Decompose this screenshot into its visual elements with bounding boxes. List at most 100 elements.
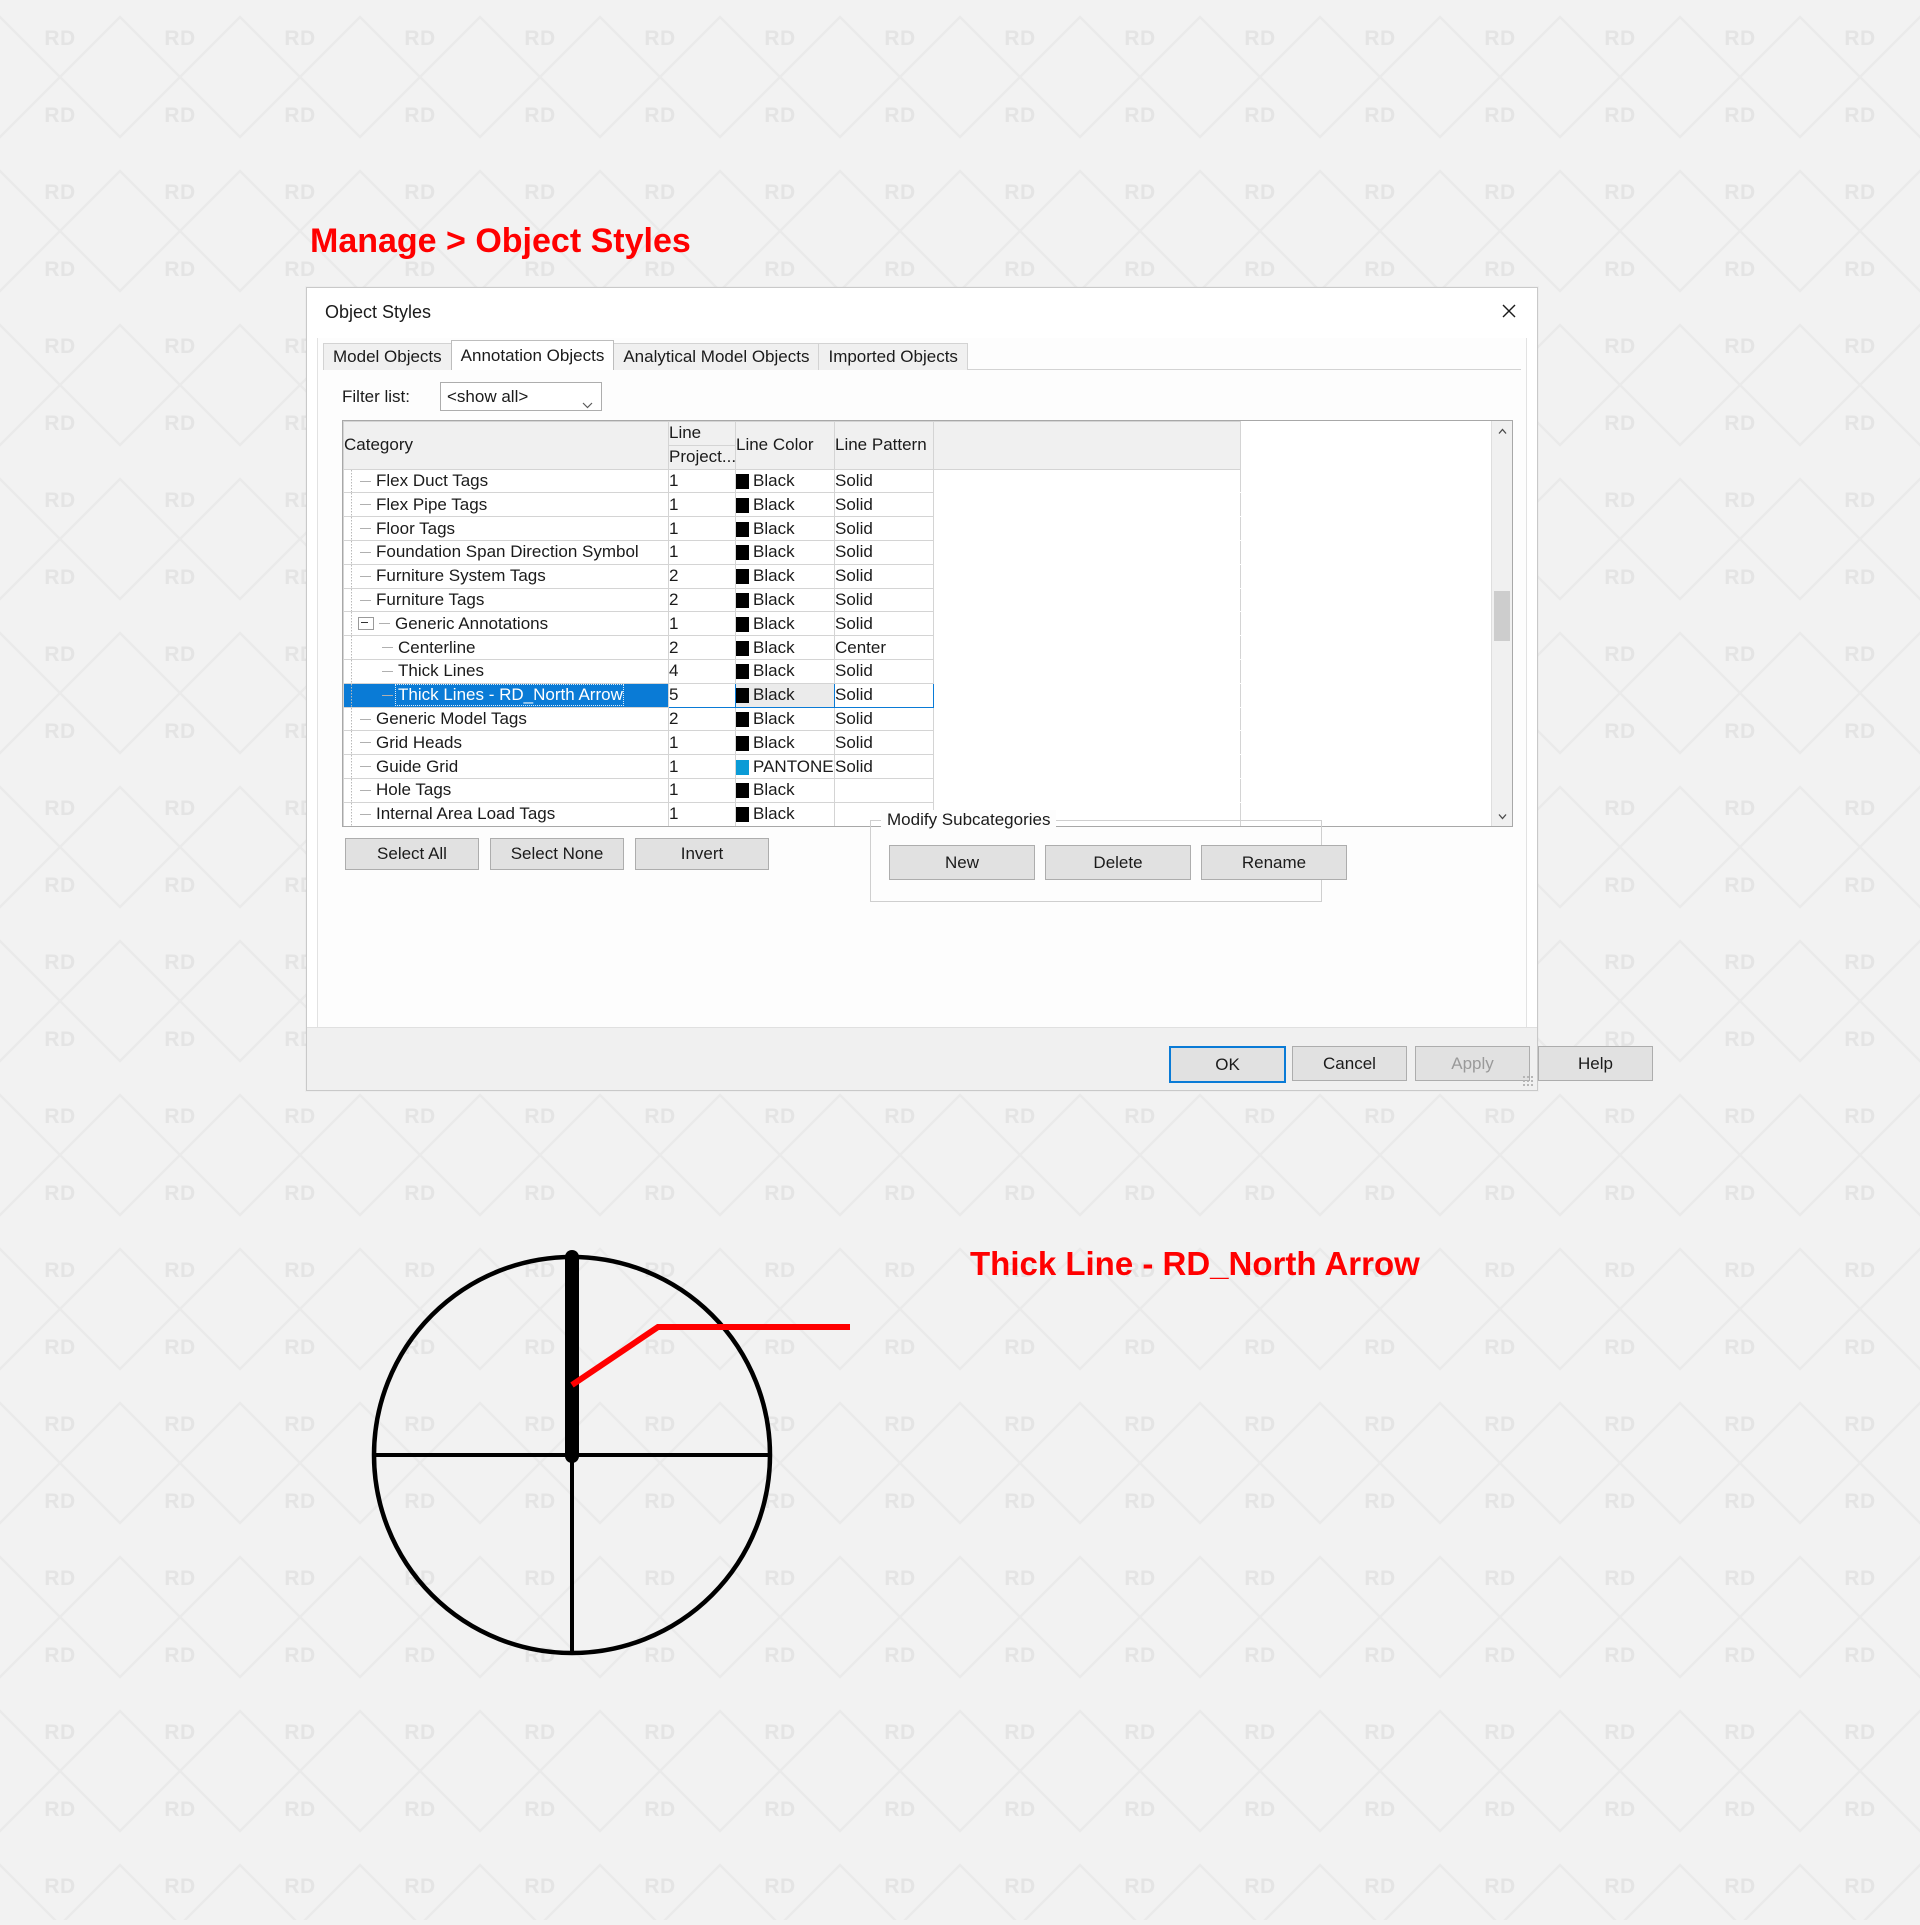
cell-category[interactable]: Furniture Tags	[344, 588, 669, 612]
column-header-line-pattern[interactable]: Line Pattern	[835, 422, 934, 470]
column-header-line-weight-projection[interactable]: Project...	[669, 445, 736, 469]
table-row[interactable]: Flex Pipe Tags1BlackSolid	[344, 493, 1241, 517]
table-row[interactable]: Generic Annotations1BlackSolid	[344, 612, 1241, 636]
cell-category[interactable]: Flex Duct Tags	[344, 469, 669, 493]
cell-line-weight[interactable]: 1	[669, 731, 736, 755]
cell-line-color[interactable]: Black	[736, 564, 835, 588]
table-row[interactable]: Centerline2BlackCenter	[344, 636, 1241, 660]
cell-category[interactable]: Guide Grid	[344, 755, 669, 779]
scroll-up-icon[interactable]	[1492, 421, 1512, 441]
cell-line-color[interactable]: Black	[736, 802, 835, 826]
cell-category[interactable]: Hole Tags	[344, 778, 669, 802]
cell-line-color[interactable]: Black	[736, 778, 835, 802]
cell-line-weight[interactable]: 2	[669, 588, 736, 612]
apply-button[interactable]: Apply	[1415, 1046, 1530, 1081]
tab-annotation-objects[interactable]: Annotation Objects	[451, 340, 615, 370]
cell-line-weight[interactable]: 1	[669, 802, 736, 826]
column-header-line-color[interactable]: Line Color	[736, 422, 835, 470]
cell-line-color[interactable]: Black	[736, 588, 835, 612]
cell-line-pattern[interactable]: Solid	[835, 612, 934, 636]
cell-line-weight[interactable]: 1	[669, 778, 736, 802]
vertical-scrollbar[interactable]	[1491, 421, 1512, 826]
cell-line-color[interactable]: Black	[736, 826, 835, 827]
table-row[interactable]: Flex Duct Tags1BlackSolid	[344, 469, 1241, 493]
table-row[interactable]: Foundation Span Direction Symbol1BlackSo…	[344, 540, 1241, 564]
cell-line-color[interactable]: Black	[736, 517, 835, 541]
cell-category[interactable]: Grid Heads	[344, 731, 669, 755]
cell-category[interactable]: Thick Lines	[344, 659, 669, 683]
table-row[interactable]: Guide Grid1PANTONE PrSolid	[344, 755, 1241, 779]
filter-list-select[interactable]: <show all>	[440, 382, 602, 411]
cell-category[interactable]: Foundation Span Direction Symbol	[344, 540, 669, 564]
cell-category[interactable]: Generic Model Tags	[344, 707, 669, 731]
cell-line-color[interactable]: Black	[736, 636, 835, 660]
scrollbar-thumb[interactable]	[1494, 591, 1510, 641]
cell-category[interactable]: Generic Annotations	[344, 612, 669, 636]
table-row[interactable]: Furniture System Tags2BlackSolid	[344, 564, 1241, 588]
cell-line-pattern[interactable]: Solid	[835, 588, 934, 612]
cell-line-pattern[interactable]: Solid	[835, 707, 934, 731]
object-styles-table[interactable]: Category Line Line Color Line Pattern Pr…	[342, 420, 1513, 827]
cell-line-color[interactable]: Black	[736, 683, 835, 707]
cell-category[interactable]: Thick Lines - RD_North Arrow	[344, 683, 669, 707]
cell-line-weight[interactable]: 2	[669, 707, 736, 731]
cell-line-pattern[interactable]: Solid	[835, 731, 934, 755]
table-row[interactable]: Hole Tags1Black	[344, 778, 1241, 802]
table-row[interactable]: Generic Model Tags2BlackSolid	[344, 707, 1241, 731]
tab-imported-objects[interactable]: Imported Objects	[818, 343, 967, 370]
cancel-button[interactable]: Cancel	[1292, 1046, 1407, 1081]
cell-line-color[interactable]: Black	[736, 731, 835, 755]
tree-collapse-icon[interactable]	[358, 617, 374, 630]
cell-line-weight[interactable]: 5	[669, 683, 736, 707]
select-none-button[interactable]: Select None	[490, 838, 624, 870]
cell-line-color[interactable]: Black	[736, 493, 835, 517]
cell-line-weight[interactable]: 1	[669, 469, 736, 493]
cell-line-weight[interactable]: 1	[669, 517, 736, 541]
table-row[interactable]: Thick Lines4BlackSolid	[344, 659, 1241, 683]
cell-line-pattern[interactable]: Solid	[835, 755, 934, 779]
cell-line-color[interactable]: Black	[736, 469, 835, 493]
table-row[interactable]: Furniture Tags2BlackSolid	[344, 588, 1241, 612]
cell-line-weight[interactable]: 2	[669, 564, 736, 588]
cell-line-pattern[interactable]: Solid	[835, 564, 934, 588]
cell-line-color[interactable]: Black	[736, 659, 835, 683]
cell-line-pattern[interactable]	[835, 778, 934, 802]
close-icon[interactable]	[1481, 288, 1537, 334]
cell-line-pattern[interactable]: Solid	[835, 517, 934, 541]
cell-line-weight[interactable]: 4	[669, 659, 736, 683]
cell-category[interactable]: Internal Area Load Tags	[344, 802, 669, 826]
column-header-line[interactable]: Line	[669, 422, 736, 446]
tab-analytical-model-objects[interactable]: Analytical Model Objects	[613, 343, 819, 370]
cell-category[interactable]: Centerline	[344, 636, 669, 660]
cell-category[interactable]: Internal Line Load Tags	[344, 826, 669, 827]
cell-line-weight[interactable]: 2	[669, 636, 736, 660]
cell-line-pattern[interactable]: Solid	[835, 493, 934, 517]
table-row[interactable]: Thick Lines - RD_North Arrow5BlackSolid	[344, 683, 1241, 707]
new-subcategory-button[interactable]: New	[889, 845, 1035, 880]
cell-line-color[interactable]: Black	[736, 612, 835, 636]
delete-subcategory-button[interactable]: Delete	[1045, 845, 1191, 880]
column-header-category[interactable]: Category	[344, 422, 669, 470]
cell-line-weight[interactable]: 1	[669, 826, 736, 827]
cell-category[interactable]: Floor Tags	[344, 517, 669, 541]
select-all-button[interactable]: Select All	[345, 838, 479, 870]
cell-line-weight[interactable]: 1	[669, 755, 736, 779]
help-button[interactable]: Help	[1538, 1046, 1653, 1081]
resize-grip-icon[interactable]	[1522, 1075, 1534, 1087]
cell-line-pattern[interactable]: Center	[835, 636, 934, 660]
cell-line-color[interactable]: Black	[736, 707, 835, 731]
cell-line-weight[interactable]: 1	[669, 540, 736, 564]
cell-line-pattern[interactable]: Solid	[835, 469, 934, 493]
table-row[interactable]: Floor Tags1BlackSolid	[344, 517, 1241, 541]
cell-category[interactable]: Flex Pipe Tags	[344, 493, 669, 517]
cell-line-color[interactable]: Black	[736, 540, 835, 564]
cell-line-pattern[interactable]: Solid	[835, 540, 934, 564]
rename-subcategory-button[interactable]: Rename	[1201, 845, 1347, 880]
cell-line-color[interactable]: PANTONE Pr	[736, 755, 835, 779]
cell-category[interactable]: Furniture System Tags	[344, 564, 669, 588]
cell-line-weight[interactable]: 1	[669, 612, 736, 636]
table-row[interactable]: Grid Heads1BlackSolid	[344, 731, 1241, 755]
tab-model-objects[interactable]: Model Objects	[323, 343, 452, 370]
cell-line-pattern[interactable]: Solid	[835, 659, 934, 683]
cell-line-weight[interactable]: 1	[669, 493, 736, 517]
